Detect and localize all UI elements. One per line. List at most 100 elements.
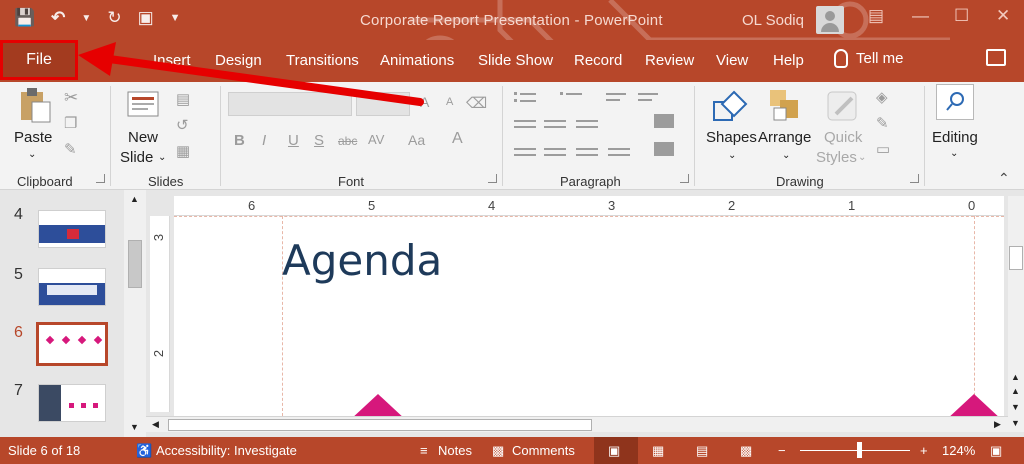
scroll-right-icon[interactable]: ▶ bbox=[994, 419, 1001, 430]
tab-file[interactable]: File bbox=[0, 40, 78, 80]
underline-button[interactable]: U bbox=[288, 132, 299, 149]
slide-count[interactable]: Slide 6 of 18 bbox=[8, 443, 80, 458]
shrink-font-button[interactable]: A bbox=[446, 96, 453, 108]
new-slide-dropdown-icon[interactable]: ⌄ bbox=[158, 152, 166, 163]
horizontal-scrollbar[interactable]: ◀ ▶ bbox=[146, 416, 1008, 432]
scroll-up-icon[interactable]: ▲ bbox=[130, 194, 139, 204]
slide-canvas[interactable]: Agenda bbox=[174, 216, 1004, 416]
thumbnail-scrollbar-thumb[interactable] bbox=[128, 240, 142, 288]
undo-dropdown-icon[interactable]: ▼ bbox=[81, 13, 91, 24]
character-spacing-button[interactable]: AV bbox=[368, 132, 384, 147]
clear-formatting-icon[interactable]: ⌫ bbox=[466, 94, 487, 112]
strikethrough-button[interactable]: abc bbox=[338, 134, 357, 148]
document-title: Corporate Report Presentation - PowerPoi… bbox=[360, 12, 663, 29]
accessibility-status[interactable]: Accessibility: Investigate bbox=[156, 443, 297, 458]
shapes-dropdown-icon[interactable]: ⌄ bbox=[728, 150, 736, 161]
thumbnail-scrollbar[interactable]: ▲ ▼ bbox=[124, 190, 146, 437]
zoom-slider-thumb[interactable] bbox=[857, 442, 863, 458]
slide-thumbnail[interactable] bbox=[38, 268, 106, 306]
zoom-slider[interactable] bbox=[800, 450, 910, 451]
collapse-ribbon-icon[interactable]: ⌃ bbox=[998, 170, 1010, 187]
slide-show-icon[interactable]: ▩ bbox=[740, 443, 752, 459]
vertical-scrollbar[interactable]: ▲ ▲ ▼ ▼ bbox=[1008, 196, 1024, 432]
slide-sorter-icon[interactable]: ▦ bbox=[652, 443, 664, 459]
slide-title[interactable]: Agenda bbox=[282, 236, 442, 285]
arrange-button[interactable]: Arrange bbox=[758, 128, 811, 148]
arrange-dropdown-icon[interactable]: ⌄ bbox=[782, 150, 790, 161]
new-slide-label-2[interactable]: Slide bbox=[120, 148, 153, 168]
format-painter-icon[interactable]: ✎ bbox=[64, 140, 77, 158]
accessibility-icon[interactable]: ♿ bbox=[136, 443, 152, 459]
comments-button[interactable]: Comments bbox=[512, 443, 575, 458]
zoom-out-button[interactable]: − bbox=[778, 443, 786, 458]
close-icon[interactable]: ✕ bbox=[996, 6, 1010, 26]
fit-to-window-icon[interactable]: ▣ bbox=[990, 443, 1002, 459]
copy-icon[interactable]: ❐ bbox=[64, 114, 77, 132]
maximize-icon[interactable]: ☐ bbox=[954, 6, 969, 26]
horizontal-scrollbar-thumb[interactable] bbox=[168, 419, 592, 431]
shadow-button[interactable]: S bbox=[314, 132, 324, 149]
font-launcher-icon[interactable] bbox=[488, 174, 497, 183]
ribbon-display-options-icon[interactable]: ▤ bbox=[868, 6, 884, 26]
shape-fill-icon[interactable]: ◈ bbox=[876, 88, 888, 106]
thumbnail-graphic bbox=[69, 403, 74, 408]
quick-styles-label-1[interactable]: Quick bbox=[824, 128, 862, 148]
tell-me-search[interactable]: Tell me bbox=[834, 49, 904, 68]
new-slide-label-1[interactable]: New bbox=[128, 128, 158, 148]
normal-view-icon[interactable]: ▣ bbox=[608, 443, 620, 459]
previous-slide-icon[interactable]: ▲ bbox=[1011, 386, 1020, 396]
tab-record[interactable]: Record bbox=[574, 52, 622, 69]
scroll-down-icon[interactable]: ▼ bbox=[130, 422, 139, 432]
shape-effects-icon[interactable]: ▭ bbox=[876, 140, 890, 158]
editing-dropdown-icon[interactable]: ⌄ bbox=[950, 148, 958, 159]
notes-icon[interactable]: ≡ bbox=[420, 443, 428, 458]
paste-button[interactable]: Paste bbox=[14, 128, 52, 148]
user-name[interactable]: OL Sodiq bbox=[742, 12, 804, 29]
paragraph-launcher-icon[interactable] bbox=[680, 174, 689, 183]
paragraph-tools-icon[interactable] bbox=[514, 90, 690, 160]
scroll-down-icon[interactable]: ▼ bbox=[1011, 418, 1020, 428]
vertical-scrollbar-thumb[interactable] bbox=[1009, 246, 1023, 270]
shapes-button[interactable]: Shapes bbox=[706, 128, 757, 148]
scroll-up-icon[interactable]: ▲ bbox=[1011, 372, 1020, 382]
notes-button[interactable]: Notes bbox=[438, 443, 472, 458]
next-slide-icon[interactable]: ▼ bbox=[1011, 402, 1020, 412]
shape-outline-icon[interactable]: ✎ bbox=[876, 114, 889, 132]
tab-help[interactable]: Help bbox=[773, 52, 804, 69]
italic-button[interactable]: I bbox=[262, 132, 266, 149]
zoom-level[interactable]: 124% bbox=[942, 443, 975, 458]
tab-slide-show[interactable]: Slide Show bbox=[478, 52, 553, 69]
customize-toolbar-icon[interactable]: ▼ bbox=[170, 12, 181, 24]
slide-thumbnail[interactable] bbox=[38, 384, 106, 422]
slide-thumbnail[interactable] bbox=[38, 210, 106, 248]
avatar[interactable] bbox=[816, 6, 844, 34]
editing-button[interactable]: Editing bbox=[932, 128, 978, 148]
quick-styles-dropdown-icon[interactable]: ⌄ bbox=[858, 152, 866, 163]
scroll-left-icon[interactable]: ◀ bbox=[152, 419, 159, 430]
clipboard-launcher-icon[interactable] bbox=[96, 174, 105, 183]
change-case-button[interactable]: Aa bbox=[408, 132, 425, 148]
tab-review[interactable]: Review bbox=[645, 52, 694, 69]
save-icon[interactable]: 💾 bbox=[14, 8, 35, 28]
redo-icon[interactable]: ↻ bbox=[107, 8, 121, 28]
comments-status-icon[interactable]: ▩ bbox=[492, 443, 504, 459]
font-color-icon[interactable]: A bbox=[452, 130, 463, 148]
paste-dropdown-icon[interactable]: ⌄ bbox=[28, 148, 36, 161]
start-from-beginning-icon[interactable]: ▣ bbox=[138, 8, 154, 28]
pink-shape[interactable] bbox=[350, 394, 406, 416]
section-icon[interactable]: ▦ bbox=[176, 142, 190, 160]
comments-icon[interactable] bbox=[986, 49, 1006, 66]
undo-icon[interactable]: ↶ bbox=[51, 8, 65, 28]
zoom-in-button[interactable]: + bbox=[920, 443, 928, 458]
slide-thumbnail-active[interactable] bbox=[36, 322, 108, 366]
tab-view[interactable]: View bbox=[716, 52, 748, 69]
reading-view-icon[interactable]: ▤ bbox=[696, 443, 708, 459]
drawing-launcher-icon[interactable] bbox=[910, 174, 919, 183]
minimize-icon[interactable]: — bbox=[912, 6, 929, 26]
quick-styles-label-2[interactable]: Styles bbox=[816, 148, 857, 168]
bold-button[interactable]: B bbox=[234, 132, 245, 149]
reset-icon[interactable]: ↺ bbox=[176, 116, 189, 134]
title-bar: 💾 ↶ ▼ ↻ ▣ ▼ Corporate Report Presentatio… bbox=[0, 0, 1024, 97]
pink-shape[interactable] bbox=[946, 394, 1002, 416]
vertical-ruler: 3 2 bbox=[150, 216, 170, 412]
